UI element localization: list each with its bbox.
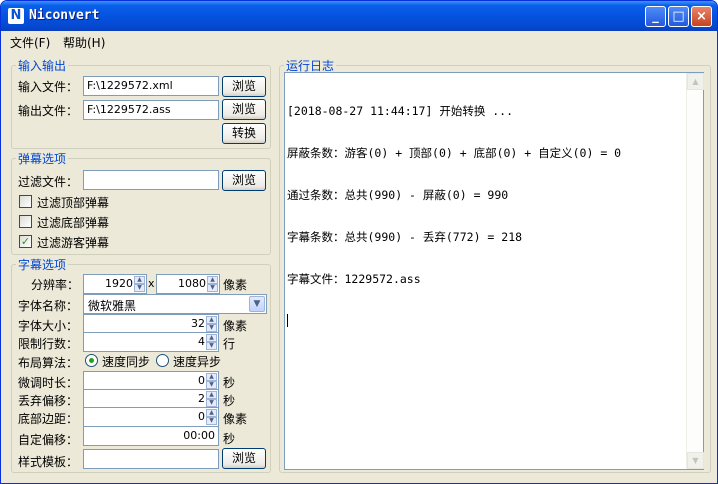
tune-up-arrow[interactable]: ▲ <box>206 373 217 381</box>
filter-top-label[interactable]: 过滤顶部弹幕 <box>37 194 109 211</box>
custom-offset-field[interactable]: 00:00 <box>83 426 219 446</box>
drop-offset-label: 丢弃偏移： <box>18 394 79 408</box>
drop-offset-unit: 秒 <box>223 394 236 408</box>
filter-guest-checkbox[interactable]: ✓ <box>19 235 32 248</box>
tune-stepper[interactable]: 0 ▲ ▼ <box>83 371 219 391</box>
log-scrollbar[interactable]: ▲ ▼ <box>686 73 704 469</box>
scroll-down-arrow-icon[interactable]: ▼ <box>687 452 704 469</box>
bottom-margin-label: 底部边距： <box>18 412 79 426</box>
main-window: N Niconvert _ □ × 文件(F) 帮助(H) 输入输出 输入文件：… <box>0 0 718 484</box>
resolution-label: 分辨率： <box>31 278 80 292</box>
filter-top-checkbox[interactable] <box>19 195 32 208</box>
line-limit-label: 限制行数： <box>18 337 79 351</box>
font-size-value: 32 <box>191 317 205 330</box>
output-browse-button[interactable]: 浏览 <box>222 99 266 120</box>
tune-label: 微调时长： <box>18 376 79 390</box>
height-down-arrow[interactable]: ▼ <box>207 284 218 292</box>
resolution-unit: 像素 <box>223 278 248 292</box>
tune-down-arrow[interactable]: ▼ <box>206 381 217 389</box>
layout-async-label[interactable]: 速度异步 <box>173 353 221 370</box>
tune-unit: 秒 <box>223 376 236 390</box>
log-lines: [2018-08-27 11:44:17] 开始转换 ... 屏蔽条数：游客(0… <box>287 76 685 355</box>
chevron-down-icon[interactable]: ▼ <box>249 296 265 312</box>
convert-button[interactable]: 转换 <box>222 123 266 144</box>
style-template-label: 样式模板： <box>18 455 79 469</box>
bottom-up-arrow[interactable]: ▲ <box>206 409 217 417</box>
font-size-unit: 像素 <box>223 319 248 333</box>
width-stepper[interactable]: 1920 ▲ ▼ <box>83 274 147 294</box>
font-size-up-arrow[interactable]: ▲ <box>206 316 217 324</box>
output-file-label: 输出文件： <box>18 104 79 118</box>
menu-file[interactable]: 文件(F) <box>10 34 50 51</box>
font-name-label: 字体名称： <box>18 299 79 313</box>
custom-offset-unit: 秒 <box>223 432 236 446</box>
filter-guest-label[interactable]: 过滤游客弹幕 <box>37 234 109 251</box>
input-browse-button[interactable]: 浏览 <box>222 76 266 97</box>
subtitle-legend: 字幕选项 <box>18 258 67 272</box>
font-size-label: 字体大小： <box>18 319 79 333</box>
input-file-label: 输入文件： <box>18 80 79 94</box>
filter-browse-button[interactable]: 浏览 <box>222 170 266 191</box>
height-value: 1080 <box>178 277 206 290</box>
title-bar[interactable]: N Niconvert _ □ × <box>1 1 717 31</box>
drop-down-arrow[interactable]: ▼ <box>206 399 217 407</box>
filter-file-field[interactable] <box>83 170 219 190</box>
line-limit-unit: 行 <box>223 337 236 351</box>
log-line: 字幕文件：1229572.ass <box>287 272 421 286</box>
drop-offset-value: 2 <box>198 392 205 405</box>
bottom-margin-unit: 像素 <box>223 412 248 426</box>
style-browse-button[interactable]: 浏览 <box>222 448 266 469</box>
height-stepper[interactable]: 1080 ▲ ▼ <box>156 274 220 294</box>
log-line: 字幕条数：总共(990) - 丢弃(772) = 218 <box>287 230 523 244</box>
log-line: 屏蔽条数：游客(0) + 顶部(0) + 底部(0) + 自定义(0) = 0 <box>287 146 622 160</box>
line-limit-down-arrow[interactable]: ▼ <box>206 342 217 350</box>
close-button[interactable]: × <box>691 6 712 27</box>
resolution-x: x <box>148 277 155 290</box>
font-size-down-arrow[interactable]: ▼ <box>206 324 217 332</box>
filter-bottom-checkbox[interactable] <box>19 215 32 228</box>
width-down-arrow[interactable]: ▼ <box>134 284 145 292</box>
app-icon: N <box>8 8 24 24</box>
drop-offset-stepper[interactable]: 2 ▲ ▼ <box>83 389 219 409</box>
io-legend: 输入输出 <box>18 59 67 73</box>
layout-async-radio[interactable] <box>156 354 169 367</box>
layout-sync-radio[interactable] <box>85 354 98 367</box>
font-name-select[interactable]: 微软雅黑 ▼ <box>83 294 267 314</box>
custom-offset-label: 自定偏移： <box>18 433 79 447</box>
danmaku-legend: 弹幕选项 <box>18 152 67 166</box>
style-template-field[interactable] <box>83 449 219 469</box>
output-file-field[interactable]: F:\1229572.ass <box>83 100 219 120</box>
font-name-value: 微软雅黑 <box>88 299 137 313</box>
layout-sync-label[interactable]: 速度同步 <box>102 353 150 370</box>
bottom-margin-value: 0 <box>198 410 205 423</box>
bottom-down-arrow[interactable]: ▼ <box>206 417 217 425</box>
filter-file-label: 过滤文件： <box>18 175 79 189</box>
tune-value: 0 <box>198 374 205 387</box>
line-limit-up-arrow[interactable]: ▲ <box>206 334 217 342</box>
log-line: [2018-08-27 11:44:17] 开始转换 ... <box>287 104 514 118</box>
drop-up-arrow[interactable]: ▲ <box>206 391 217 399</box>
menu-bar: 文件(F) 帮助(H) <box>1 31 717 51</box>
line-limit-value: 4 <box>198 335 205 348</box>
window-title: Niconvert <box>29 8 100 23</box>
text-caret <box>287 314 288 327</box>
log-textarea[interactable]: [2018-08-27 11:44:17] 开始转换 ... 屏蔽条数：游客(0… <box>284 72 704 470</box>
input-file-field[interactable]: F:\1229572.xml <box>83 76 219 96</box>
maximize-button[interactable]: □ <box>668 6 689 27</box>
bottom-margin-stepper[interactable]: 0 ▲ ▼ <box>83 407 219 427</box>
minimize-button[interactable]: _ <box>645 6 666 27</box>
filter-bottom-label[interactable]: 过滤底部弹幕 <box>37 214 109 231</box>
layout-label: 布局算法： <box>18 356 79 370</box>
width-value: 1920 <box>105 277 133 290</box>
menu-help[interactable]: 帮助(H) <box>63 34 105 51</box>
line-limit-stepper[interactable]: 4 ▲ ▼ <box>83 332 219 352</box>
width-up-arrow[interactable]: ▲ <box>134 276 145 284</box>
height-up-arrow[interactable]: ▲ <box>207 276 218 284</box>
log-line: 通过条数：总共(990) - 屏蔽(0) = 990 <box>287 188 509 202</box>
font-size-stepper[interactable]: 32 ▲ ▼ <box>83 314 219 334</box>
scroll-up-arrow-icon[interactable]: ▲ <box>687 73 704 90</box>
